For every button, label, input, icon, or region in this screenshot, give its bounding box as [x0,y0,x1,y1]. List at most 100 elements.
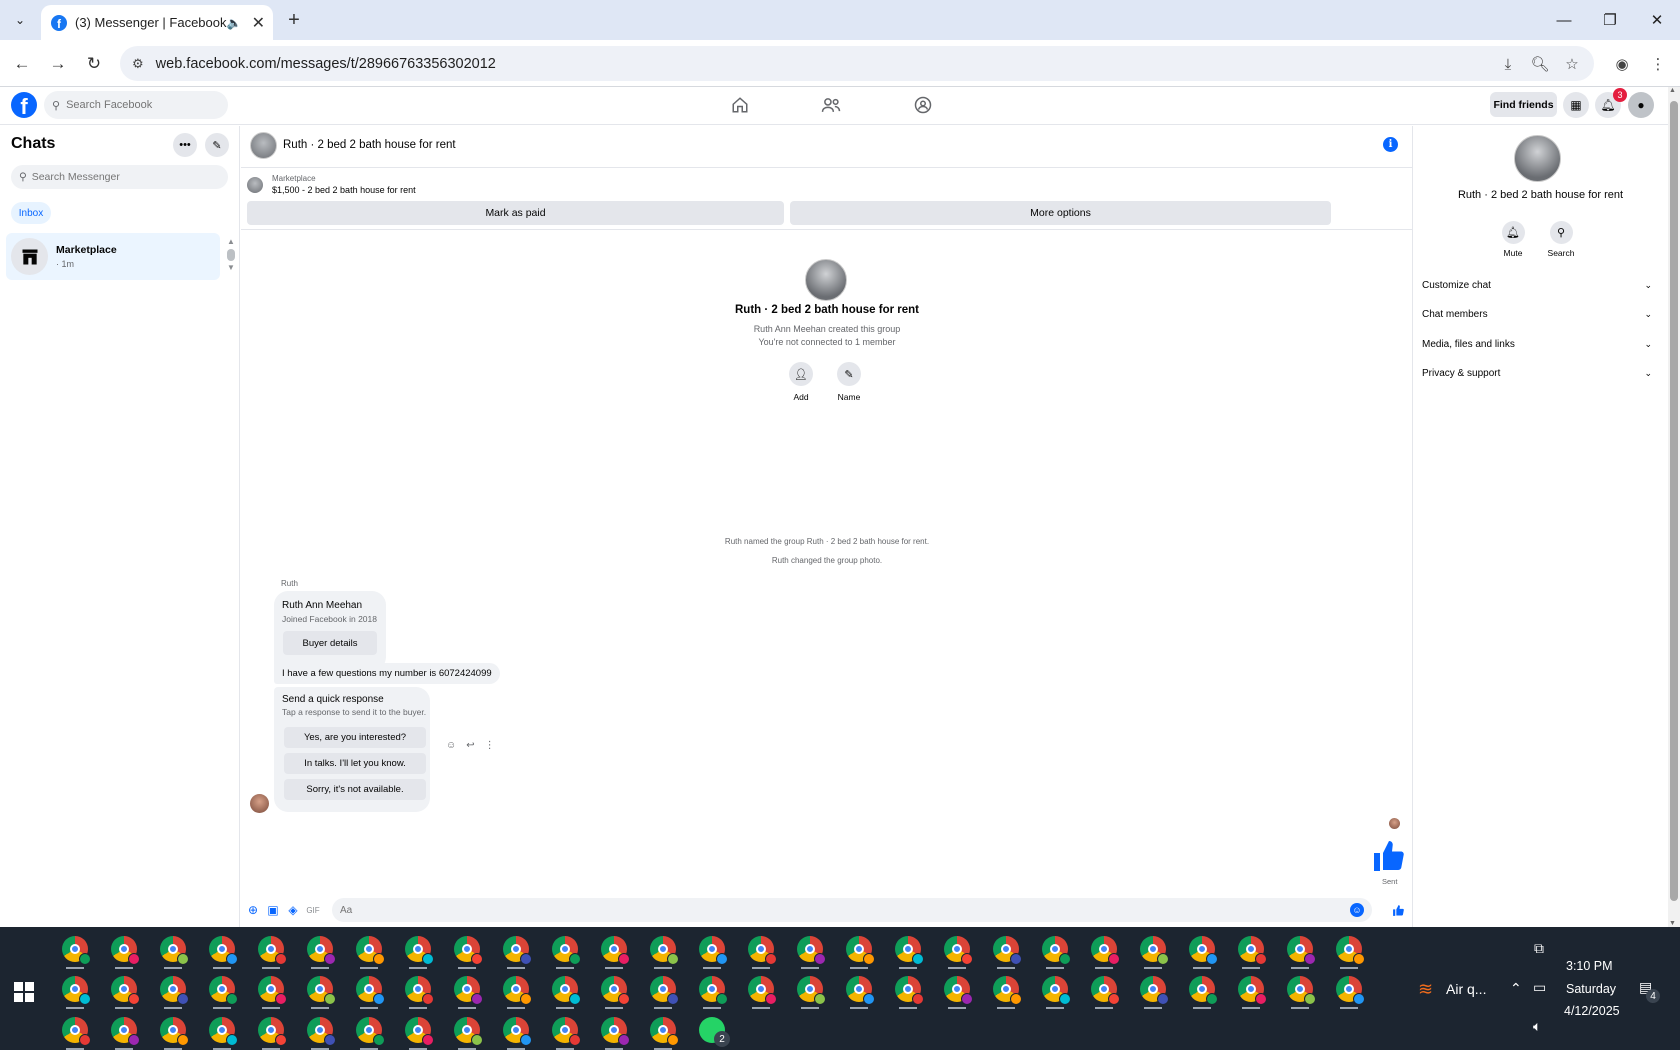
screen-capture-icon[interactable]: ⧉ [1534,940,1544,957]
chrome-profile-icon[interactable] [62,936,91,965]
site-info-icon[interactable]: ⚙ [132,56,144,72]
chrome-profile-icon[interactable] [160,1017,189,1046]
chrome-profile-icon[interactable] [405,936,434,965]
facebook-search-input[interactable] [66,99,217,111]
chrome-profile-icon[interactable] [258,976,287,1005]
chrome-profile-icon[interactable] [356,976,385,1005]
chrome-profile-icon[interactable] [503,976,532,1005]
chrome-profile-icon[interactable] [454,936,483,965]
listing-thumbnail[interactable] [247,177,263,193]
windows-start-icon[interactable] [14,982,34,1002]
chrome-profile-icon[interactable] [797,976,826,1005]
chrome-profile-icon[interactable] [650,976,679,1005]
chrome-profile-icon[interactable] [797,936,826,965]
chrome-profile-icon[interactable] [846,976,875,1005]
volume-icon[interactable]: 🔈︎ [1533,1018,1541,1035]
friends-icon[interactable] [818,94,844,116]
chrome-profile-icon[interactable] [307,936,336,965]
chrome-profile-icon[interactable] [1091,976,1120,1005]
edit-name-button[interactable]: ✎ Name [829,362,869,402]
mute-button[interactable]: 🔔︎ Mute [1493,221,1533,258]
chrome-profile-icon[interactable] [454,976,483,1005]
chrome-profile-icon[interactable] [209,1017,238,1046]
chrome-profile-icon[interactable] [160,936,189,965]
chat-list-item[interactable]: Marketplace · 1m [6,233,220,280]
close-tab-icon[interactable]: ✕ [252,13,265,33]
chrome-profile-icon[interactable] [209,976,238,1005]
chrome-profile-icon[interactable] [307,976,336,1005]
chrome-profile-icon[interactable] [1189,976,1218,1005]
chrome-profile-icon[interactable] [111,976,140,1005]
reload-button[interactable]: ↻ [81,51,107,77]
customize-chat-section[interactable]: Customize chat ⌄ [1422,274,1652,296]
chrome-profile-icon[interactable] [160,976,189,1005]
tab-search-dropdown[interactable]: ⌄ [8,8,32,32]
chrome-profile-icon[interactable] [1287,976,1316,1005]
chevron-up-icon[interactable]: ⌃ [1510,980,1522,997]
reply-icon[interactable]: ↩ [466,740,474,751]
sticker-icon[interactable]: ◈ [286,903,300,917]
conversation-title[interactable]: Ruth · 2 bed 2 bath house for rent [283,139,456,151]
clock-day[interactable]: Saturday [1566,982,1616,996]
messenger-search[interactable]: ⚲ [11,165,228,189]
chrome-profile-icon[interactable] [895,936,924,965]
listing-title[interactable]: $1,500 - 2 bed 2 bath house for rent [272,185,416,195]
chrome-profile-icon[interactable] [699,976,728,1005]
messenger-search-input[interactable] [31,171,212,183]
chrome-profile-icon[interactable] [1238,976,1267,1005]
account-avatar[interactable]: ● [1628,92,1654,118]
inbox-filter-tab[interactable]: Inbox [11,202,51,224]
react-emoji-icon[interactable]: ☺ [446,740,456,751]
browser-tab-messenger[interactable]: f (3) Messenger | Facebook 🔈 ✕ [41,5,273,40]
home-icon[interactable] [727,94,753,116]
chrome-profile-icon[interactable] [454,1017,483,1046]
chrome-profile-icon[interactable] [699,936,728,965]
chrome-profile-icon[interactable] [650,1017,679,1046]
chrome-profile-icon[interactable] [993,936,1022,965]
chrome-profile-icon[interactable] [552,976,581,1005]
plus-circle-icon[interactable]: ⊕ [246,903,260,917]
emoji-icon[interactable]: ☺ [1350,903,1364,917]
more-icon[interactable]: ⋮ [485,740,495,751]
photo-icon[interactable]: ▣ [266,903,280,917]
search-conversation-button[interactable]: ⚲ Search [1541,221,1581,258]
message-input[interactable] [340,904,1330,916]
chrome-profile-icon[interactable] [503,1017,532,1046]
media-files-section[interactable]: Media, files and links ⌄ [1422,333,1652,355]
chrome-profile-icon[interactable] [356,936,385,965]
scrollbar-thumb[interactable] [1670,101,1678,901]
quick-response-button[interactable]: Sorry, it's not available. [284,779,426,800]
minimize-button[interactable]: — [1541,0,1587,40]
chrome-profile-icon[interactable] [111,1017,140,1046]
new-tab-button[interactable]: + [282,8,306,32]
clock-time[interactable]: 3:10 PM [1566,959,1613,973]
sender-avatar[interactable] [250,794,269,813]
quick-response-button[interactable]: Yes, are you interested? [284,727,426,748]
address-bar[interactable]: ⚙ web.facebook.com/messages/t/2896676335… [120,46,1594,81]
install-app-icon[interactable]: ⤓ [1497,53,1519,75]
chrome-profile-icon[interactable] [111,936,140,965]
chrome-profile-icon[interactable] [1042,976,1071,1005]
chrome-profile-icon[interactable] [503,936,532,965]
chrome-profile-icon[interactable] [62,976,91,1005]
chrome-profile-icon[interactable] [1238,936,1267,965]
mark-as-paid-button[interactable]: Mark as paid [247,201,784,225]
send-like-icon[interactable] [1391,903,1405,917]
menu-grid-icon[interactable]: ▦ [1563,92,1589,118]
chrome-profile-icon[interactable] [405,976,434,1005]
quick-response-button[interactable]: In talks. I'll let you know. [284,753,426,774]
chat-members-section[interactable]: Chat members ⌄ [1422,303,1652,325]
privacy-support-section[interactable]: Privacy & support ⌄ [1422,362,1652,384]
chrome-profile-icon[interactable] [895,976,924,1005]
chrome-profile-icon[interactable] [1336,936,1365,965]
chrome-profile-icon[interactable] [552,1017,581,1046]
chrome-profile-icon[interactable] [405,1017,434,1046]
forward-button[interactable]: → [45,51,71,77]
chrome-profile-icon[interactable] [1189,936,1218,965]
speaker-icon[interactable]: 🔈 [227,16,242,30]
weather-text[interactable]: Air q... [1446,981,1486,997]
chrome-profile-icon[interactable] [748,976,777,1005]
chrome-profile-icon[interactable] [1091,936,1120,965]
chrome-profile-icon[interactable] [1140,976,1169,1005]
chrome-profile-icon[interactable] [1042,936,1071,965]
